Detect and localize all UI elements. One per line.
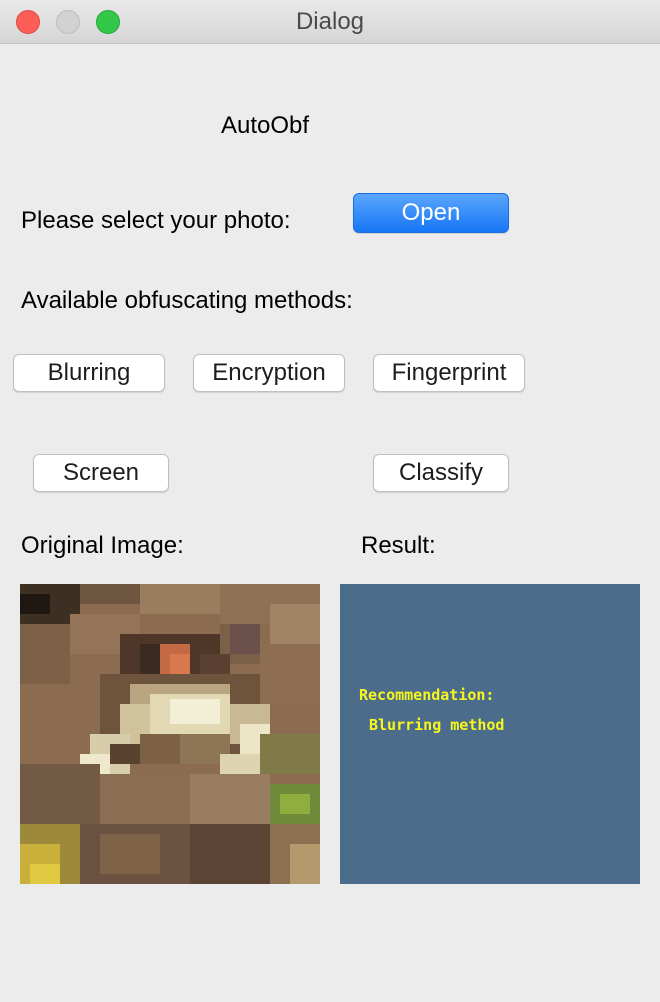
screen-button[interactable]: Screen bbox=[33, 454, 169, 492]
frog-photo bbox=[20, 584, 320, 884]
dialog-window: Dialog AutoObf Please select your photo:… bbox=[0, 0, 660, 1002]
classify-button[interactable]: Classify bbox=[373, 454, 509, 492]
app-title: AutoObf bbox=[221, 112, 310, 139]
blurring-button[interactable]: Blurring bbox=[13, 354, 165, 392]
original-image bbox=[20, 584, 320, 884]
window-title: Dialog bbox=[295, 8, 365, 35]
title-bar: Dialog bbox=[0, 0, 660, 44]
recommendation-method: Blurring method bbox=[369, 716, 505, 734]
result-panel: Recommendation: Blurring method bbox=[340, 584, 640, 884]
methods-label: Available obfuscating methods: bbox=[21, 287, 353, 314]
select-photo-label: Please select your photo: bbox=[21, 207, 291, 234]
recommendation-title: Recommendation: bbox=[359, 686, 495, 704]
original-image-label: Original Image: bbox=[21, 532, 184, 559]
result-label: Result: bbox=[361, 532, 436, 559]
fingerprint-button[interactable]: Fingerprint bbox=[373, 354, 525, 392]
open-button[interactable]: Open bbox=[353, 193, 509, 233]
encryption-button[interactable]: Encryption bbox=[193, 354, 345, 392]
